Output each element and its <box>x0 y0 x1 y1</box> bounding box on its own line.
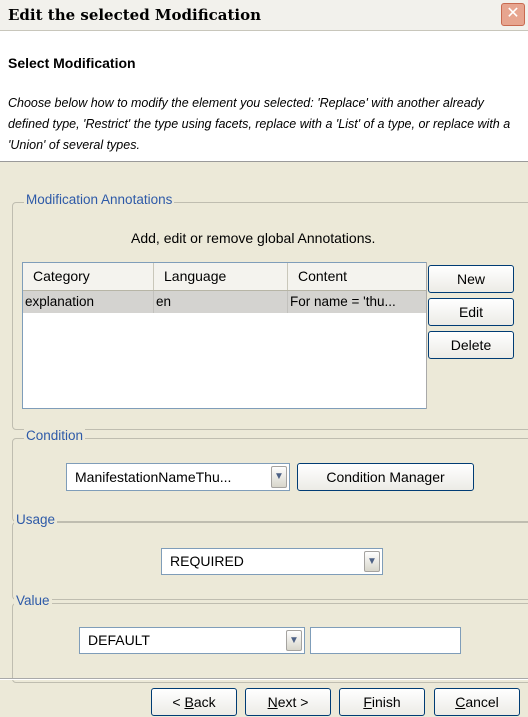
column-header-category[interactable]: Category <box>23 263 154 290</box>
cell-category: explanation <box>23 291 154 313</box>
condition-select-value: ManifestationNameThu... <box>75 469 232 485</box>
table-row[interactable]: explanation en For name = 'thu... <box>23 291 426 313</box>
cell-content: For name = 'thu... <box>290 294 396 309</box>
title-bar: Edit the selected Modification ✕ <box>0 0 528 31</box>
page-description: Choose below how to modify the element y… <box>8 96 511 152</box>
wizard-header: Select Modification Choose below how to … <box>0 31 528 162</box>
value-select-value: DEFAULT <box>88 632 150 648</box>
column-header-content[interactable]: Content <box>288 263 426 290</box>
edit-annotation-button[interactable]: Edit <box>428 298 514 326</box>
usage-select-value: REQUIRED <box>170 553 244 569</box>
cancel-button[interactable]: Cancel <box>434 688 520 716</box>
value-group-label: Value <box>14 593 52 608</box>
close-icon[interactable]: ✕ <box>501 3 525 26</box>
footer-separator <box>0 678 528 680</box>
usage-group-label: Usage <box>14 512 58 527</box>
annotations-table[interactable]: Category Language Content explanation en… <box>22 262 427 409</box>
back-button[interactable]: < Back <box>151 688 237 716</box>
page-title: Select Modification <box>8 55 136 71</box>
column-header-language[interactable]: Language <box>154 263 288 290</box>
table-header: Category Language Content <box>23 263 426 291</box>
chevron-down-icon[interactable]: ▼ <box>286 630 302 651</box>
condition-select[interactable]: ManifestationNameThu... ▼ <box>66 463 290 491</box>
value-text-input[interactable] <box>310 627 461 654</box>
chevron-down-icon[interactable]: ▼ <box>271 466 287 488</box>
annotations-group-label: Modification Annotations <box>24 192 175 207</box>
usage-select[interactable]: REQUIRED ▼ <box>161 548 383 575</box>
value-select[interactable]: DEFAULT ▼ <box>79 627 305 654</box>
condition-group-label: Condition <box>24 428 86 443</box>
delete-annotation-button[interactable]: Delete <box>428 331 514 359</box>
condition-manager-button[interactable]: Condition Manager <box>297 463 474 491</box>
annotations-hint: Add, edit or remove global Annotations. <box>131 230 376 246</box>
new-annotation-button[interactable]: New <box>428 265 514 293</box>
window-title: Edit the selected Modification <box>8 6 262 24</box>
cell-language: en <box>154 291 288 313</box>
chevron-down-icon[interactable]: ▼ <box>364 551 380 572</box>
next-button[interactable]: Next > <box>245 688 331 716</box>
finish-button[interactable]: Finish <box>339 688 425 716</box>
table-button-divider <box>426 262 427 409</box>
